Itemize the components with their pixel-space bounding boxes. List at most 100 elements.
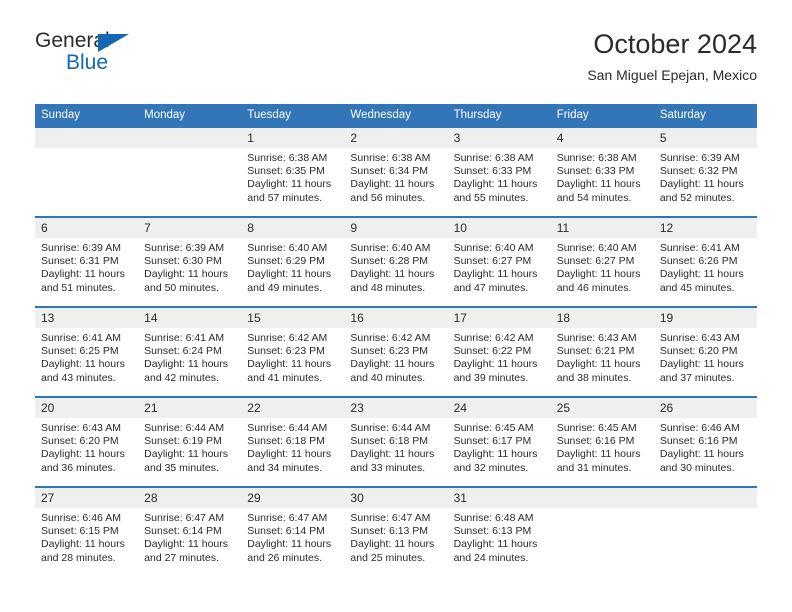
daylight-text-line1: Daylight: 11 hours [247, 268, 332, 281]
sunset-text: Sunset: 6:23 PM [247, 345, 325, 358]
title-block: October 2024 San Miguel Epejan, Mexico [297, 28, 757, 84]
day-cell[interactable]: Sunrise: 6:43 AM Sunset: 6:20 PM Dayligh… [654, 328, 757, 396]
daylight-text-line1: Daylight: 11 hours [41, 358, 125, 371]
weekday-header-monday: Monday [144, 109, 186, 121]
day-cell[interactable]: Sunrise: 6:40 AM Sunset: 6:28 PM Dayligh… [344, 238, 447, 306]
day-cell[interactable]: Sunrise: 6:48 AM Sunset: 6:13 PM Dayligh… [448, 508, 551, 576]
day-cell[interactable]: Sunrise: 6:40 AM Sunset: 6:27 PM Dayligh… [448, 238, 551, 306]
day-cell[interactable]: Sunrise: 6:45 AM Sunset: 6:16 PM Dayligh… [551, 418, 654, 486]
sunrise-text: Sunrise: 6:41 AM [41, 332, 121, 344]
day-cell[interactable]: Sunrise: 6:43 AM Sunset: 6:21 PM Dayligh… [551, 328, 654, 396]
day-cell[interactable] [654, 508, 757, 576]
triangle-icon [98, 34, 129, 52]
day-cell[interactable]: Sunrise: 6:38 AM Sunset: 6:35 PM Dayligh… [241, 148, 344, 216]
sunset-text: Sunset: 6:22 PM [453, 345, 532, 358]
sunset-text: Sunset: 6:21 PM [556, 345, 635, 358]
daylight-text-line2: and 36 minutes. [41, 461, 116, 474]
daylight-text-line2: and 51 minutes. [41, 281, 116, 294]
day-cell[interactable]: Sunrise: 6:41 AM Sunset: 6:26 PM Dayligh… [654, 238, 757, 306]
daylight-text-line1: Daylight: 11 hours [350, 448, 435, 461]
brand-logo[interactable]: General Blue [35, 30, 335, 88]
day-cell[interactable]: Sunrise: 6:44 AM Sunset: 6:18 PM Dayligh… [241, 418, 344, 486]
sunset-text: Sunset: 6:13 PM [350, 525, 429, 538]
day-cell[interactable]: Sunrise: 6:40 AM Sunset: 6:27 PM Dayligh… [551, 238, 654, 306]
daylight-text-line1: Daylight: 11 hours [556, 448, 641, 461]
daylight-text-line1: Daylight: 11 hours [144, 538, 228, 551]
day-cell[interactable]: Sunrise: 6:39 AM Sunset: 6:30 PM Dayligh… [138, 238, 241, 306]
daylight-text-line1: Daylight: 11 hours [453, 448, 538, 461]
day-cell[interactable]: Sunrise: 6:46 AM Sunset: 6:16 PM Dayligh… [654, 418, 757, 486]
day-cell[interactable]: Sunrise: 6:38 AM Sunset: 6:33 PM Dayligh… [551, 148, 654, 216]
daylight-text-line2: and 26 minutes. [247, 551, 322, 564]
day-cell[interactable]: Sunrise: 6:46 AM Sunset: 6:15 PM Dayligh… [35, 508, 138, 576]
daylight-text-line2: and 38 minutes. [556, 371, 632, 384]
sunrise-text: Sunrise: 6:39 AM [659, 152, 740, 164]
day-cell[interactable]: Sunrise: 6:41 AM Sunset: 6:25 PM Dayligh… [35, 328, 138, 396]
day-cell[interactable]: Sunrise: 6:39 AM Sunset: 6:31 PM Dayligh… [35, 238, 138, 306]
sunset-text: Sunset: 6:35 PM [247, 165, 325, 178]
daylight-text-line2: and 47 minutes. [453, 281, 529, 294]
sunrise-text: Sunrise: 6:44 AM [144, 422, 225, 434]
sunset-text: Sunset: 6:33 PM [556, 165, 635, 178]
day-number [35, 128, 138, 148]
day-cell[interactable]: Sunrise: 6:41 AM Sunset: 6:24 PM Dayligh… [138, 328, 241, 396]
daylight-text-line1: Daylight: 11 hours [247, 448, 332, 461]
sunset-text: Sunset: 6:33 PM [453, 165, 532, 178]
daylight-text-line1: Daylight: 11 hours [659, 358, 744, 371]
calendar-grid: Sunday Monday Tuesday Wednesday Thursday… [35, 104, 757, 576]
day-number [654, 488, 757, 508]
day-number: 25 [556, 401, 571, 415]
day-cell[interactable]: Sunrise: 6:42 AM Sunset: 6:22 PM Dayligh… [448, 328, 551, 396]
day-cell[interactable] [551, 508, 654, 576]
daylight-text-line1: Daylight: 11 hours [350, 538, 435, 551]
day-cell[interactable]: Sunrise: 6:44 AM Sunset: 6:19 PM Dayligh… [138, 418, 241, 486]
sunset-text: Sunset: 6:27 PM [556, 255, 635, 268]
day-cell[interactable]: Sunrise: 6:38 AM Sunset: 6:34 PM Dayligh… [344, 148, 447, 216]
page-subtitle: San Miguel Epejan, Mexico [587, 67, 757, 83]
week-row: 6 7 8 9 10 11 12 Sunrise: 6:39 AM Sunset… [35, 216, 757, 306]
daylight-text-line1: Daylight: 11 hours [350, 268, 435, 281]
day-cell[interactable]: Sunrise: 6:47 AM Sunset: 6:14 PM Dayligh… [241, 508, 344, 576]
sunset-text: Sunset: 6:20 PM [659, 345, 738, 358]
day-cell[interactable]: Sunrise: 6:47 AM Sunset: 6:14 PM Dayligh… [138, 508, 241, 576]
daylight-text-line1: Daylight: 11 hours [453, 178, 538, 191]
daylight-text-line2: and 55 minutes. [453, 191, 529, 204]
daylight-text-line1: Daylight: 11 hours [556, 178, 641, 191]
weekday-header-saturday: Saturday [659, 109, 706, 121]
sunset-text: Sunset: 6:16 PM [556, 435, 635, 448]
day-cell[interactable]: Sunrise: 6:44 AM Sunset: 6:18 PM Dayligh… [344, 418, 447, 486]
day-cell[interactable] [35, 148, 138, 216]
daylight-text-line2: and 24 minutes. [453, 551, 529, 564]
daylight-text-line1: Daylight: 11 hours [453, 268, 538, 281]
day-cell[interactable]: Sunrise: 6:45 AM Sunset: 6:17 PM Dayligh… [448, 418, 551, 486]
day-cell[interactable]: Sunrise: 6:42 AM Sunset: 6:23 PM Dayligh… [241, 328, 344, 396]
daylight-text-line2: and 25 minutes. [350, 551, 426, 564]
sunrise-text: Sunrise: 6:40 AM [247, 242, 328, 254]
day-cell[interactable]: Sunrise: 6:40 AM Sunset: 6:29 PM Dayligh… [241, 238, 344, 306]
day-number: 15 [247, 311, 261, 325]
sunrise-text: Sunrise: 6:38 AM [556, 152, 637, 164]
sunrise-text: Sunrise: 6:47 AM [350, 512, 431, 524]
day-cell[interactable]: Sunrise: 6:38 AM Sunset: 6:33 PM Dayligh… [448, 148, 551, 216]
sunset-text: Sunset: 6:15 PM [41, 525, 119, 538]
day-number: 23 [350, 401, 364, 415]
daylight-text-line1: Daylight: 11 hours [556, 268, 641, 281]
sunrise-text: Sunrise: 6:40 AM [556, 242, 637, 254]
daylight-text-line2: and 37 minutes. [659, 371, 735, 384]
day-number: 14 [144, 311, 158, 325]
calendar-page: General Blue October 2024 San Miguel Epe… [0, 0, 792, 612]
day-cell[interactable]: Sunrise: 6:43 AM Sunset: 6:20 PM Dayligh… [35, 418, 138, 486]
sunset-text: Sunset: 6:27 PM [453, 255, 532, 268]
day-number: 27 [41, 491, 55, 505]
day-cell[interactable]: Sunrise: 6:42 AM Sunset: 6:23 PM Dayligh… [344, 328, 447, 396]
daylight-text-line2: and 30 minutes. [659, 461, 735, 474]
page-header: General Blue October 2024 San Miguel Epe… [35, 28, 757, 92]
daylight-text-line1: Daylight: 11 hours [659, 448, 744, 461]
day-cell[interactable]: Sunrise: 6:47 AM Sunset: 6:13 PM Dayligh… [344, 508, 447, 576]
sunrise-text: Sunrise: 6:45 AM [453, 422, 534, 434]
day-cell[interactable] [138, 148, 241, 216]
day-number: 1 [247, 131, 254, 145]
daylight-text-line2: and 39 minutes. [453, 371, 529, 384]
week-detail-row: Sunrise: 6:46 AM Sunset: 6:15 PM Dayligh… [35, 508, 757, 576]
day-cell[interactable]: Sunrise: 6:39 AM Sunset: 6:32 PM Dayligh… [654, 148, 757, 216]
